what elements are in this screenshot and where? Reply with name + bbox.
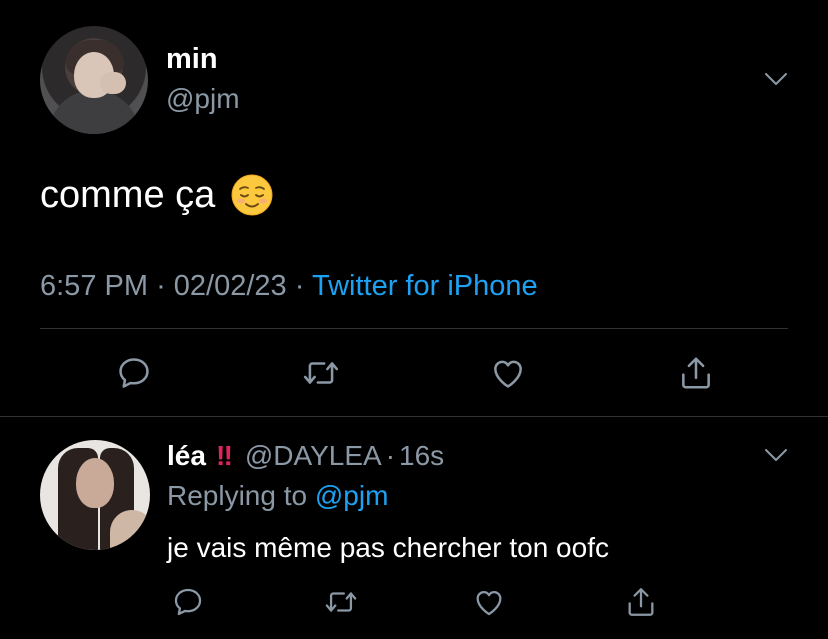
retweet-button[interactable] (301, 353, 341, 393)
tweet-text: comme ça (40, 172, 273, 218)
meta-separator: · (156, 270, 166, 302)
reply-icon (119, 358, 149, 388)
header-separator: · (385, 440, 396, 471)
reply-author-avatar[interactable] (40, 440, 150, 550)
share-icon (682, 357, 710, 389)
replying-to-line: Replying to @pjm (167, 478, 388, 514)
reply-timestamp[interactable]: 16s (399, 438, 444, 474)
tweet-meta: 6:57 PM · 02/02/23 · Twitter for iPhone (40, 268, 538, 304)
share-icon (628, 588, 654, 616)
tweet-text-content: comme ça (40, 174, 216, 216)
divider (0, 416, 828, 417)
author-avatar[interactable] (40, 26, 148, 134)
reply-reply-button[interactable] (168, 582, 208, 622)
retweet-icon (325, 592, 357, 612)
replying-to-label: Replying to (167, 480, 308, 511)
reply-text: je vais même pas chercher ton oofc (167, 532, 609, 563)
tweet-date: 02/02/23 (173, 270, 287, 302)
reply-author-handle[interactable]: @DAYLEA (245, 438, 382, 474)
reply-button[interactable] (114, 353, 154, 393)
meta-separator: · (294, 270, 305, 302)
reply-retweet-button[interactable] (321, 582, 361, 622)
reply-author-name[interactable]: léa (167, 438, 206, 474)
retweet-icon (303, 362, 339, 384)
share-button[interactable] (676, 353, 716, 393)
divider (40, 328, 788, 329)
relieved-face-icon (231, 174, 273, 216)
avatar-face (76, 458, 114, 508)
heart-icon (494, 360, 522, 388)
like-button[interactable] (488, 353, 528, 393)
tweet-source-link[interactable]: Twitter for iPhone (312, 270, 538, 302)
heart-icon (476, 590, 502, 616)
chevron-down-icon[interactable] (765, 448, 787, 461)
chevron-down-icon[interactable] (765, 72, 787, 85)
avatar-shoulder (110, 510, 150, 550)
reply-icon (174, 588, 202, 616)
reply-header: léa ‼ @DAYLEA · 16s (167, 438, 444, 474)
tweet-time: 6:57 PM (40, 270, 148, 302)
double-exclamation-icon: ‼ (215, 440, 233, 471)
reply-like-button[interactable] (469, 582, 509, 622)
avatar-hand (100, 72, 126, 94)
replying-to-user-link[interactable]: @pjm (315, 480, 389, 511)
author-handle[interactable]: @pjm (166, 82, 240, 116)
reply-share-button[interactable] (621, 582, 661, 622)
author-name[interactable]: min (166, 42, 218, 76)
